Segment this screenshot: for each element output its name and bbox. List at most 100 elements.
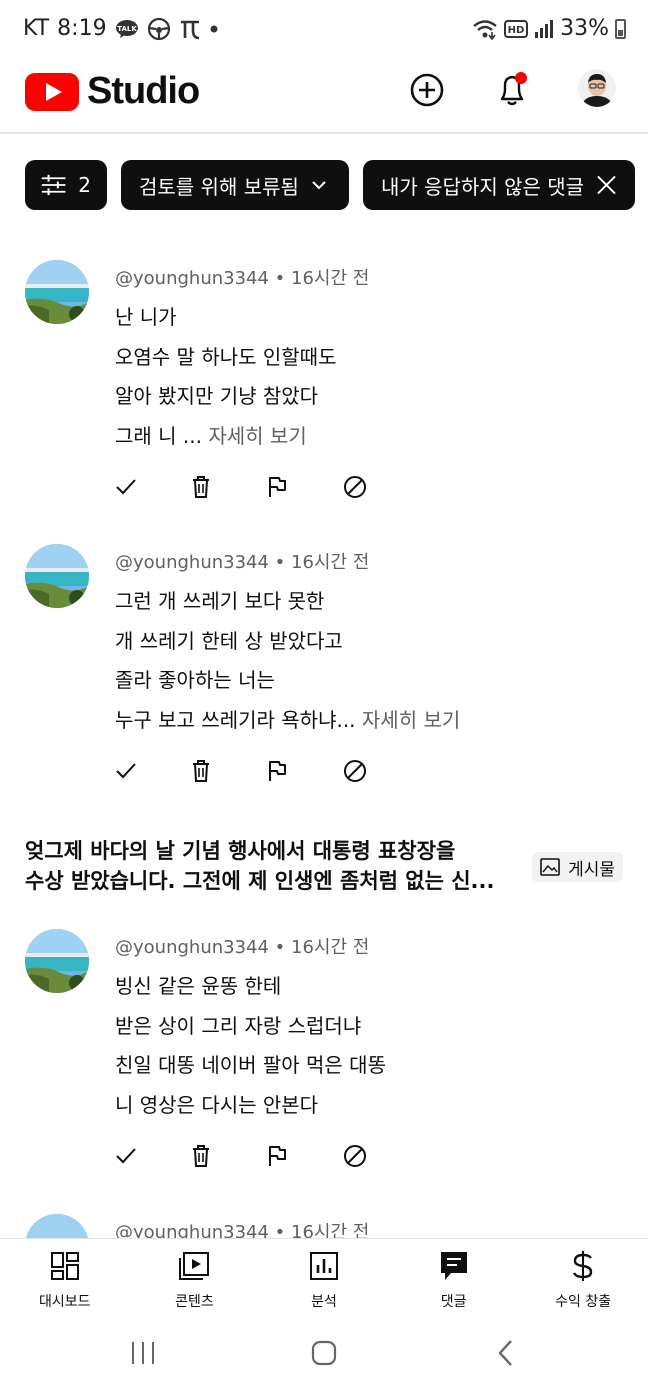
nav-earn[interactable]: 수익 창출 [518,1239,648,1316]
youtube-logo-icon [25,72,79,111]
comment-author[interactable]: @younghun3344 [115,268,269,289]
carrier-label: KT [23,16,50,41]
nav-content[interactable]: 콘텐츠 [130,1239,260,1316]
post-title-line: 수상 받았습니다. 그전에 제 인생엔 좀처럼 없는 신... [25,869,495,893]
unanswered-comments-label: 내가 응답하지 않은 댓글 [381,174,585,199]
nav-label: 대시보드 [39,1294,91,1310]
content-icon [178,1249,210,1283]
post-type-badge: 게시물 [532,852,623,882]
comment-meta: @younghun3344 • 16시간 전 [115,552,370,573]
commenter-avatar[interactable] [25,544,89,608]
flag-icon [269,1146,286,1166]
check-icon [116,1148,136,1164]
filter-sliders-icon [41,174,66,196]
create-button[interactable] [405,68,449,112]
youtube-studio-logo[interactable]: Studio [25,70,200,113]
comment-meta: @younghun3344 • 16시간 전 [115,1218,369,1238]
comment-line-text: 그래 니 ... [115,423,202,448]
signal-icon [534,19,554,39]
beach-avatar-icon [25,544,89,608]
unanswered-comments-chip[interactable]: 내가 응답하지 않은 댓글 [363,160,635,210]
approve-button[interactable] [115,472,191,502]
system-navigation [0,1316,648,1390]
close-icon[interactable] [596,174,617,196]
report-button[interactable] [267,756,343,786]
notifications-button[interactable] [490,68,534,112]
comment-author[interactable]: @younghun3344 [115,1222,269,1238]
comment-line: 그래 니 ... 자세히 보기 [115,417,336,457]
comment-author[interactable]: @younghun3344 [115,937,269,958]
beach-avatar-icon [25,260,89,324]
filter-settings-chip[interactable]: 2 [25,160,107,210]
comment-text: 그런 개 쓰레기 보다 못한 개 쓰레기 한테 상 받았다고 졸라 좋아하는 너… [115,582,460,740]
comment-meta: @younghun3344 • 16시간 전 [115,268,370,289]
hide-user-button[interactable] [343,756,419,786]
nav-comments[interactable]: 댓글 [389,1239,519,1316]
comment-line: 받은 상이 그리 자랑 스럽더냐 [115,1013,362,1038]
home-icon [311,1340,337,1366]
nav-label: 수익 창출 [555,1294,612,1310]
hd-icon: HD [504,19,529,38]
trash-icon [193,476,209,498]
nav-label: 댓글 [440,1294,467,1310]
steering-wheel-icon [147,17,171,41]
nav-analytics[interactable]: 분석 [259,1239,389,1316]
back-button[interactable] [496,1338,516,1368]
home-button[interactable] [311,1338,337,1368]
comment-line: 개 쓰레기 한테 상 받았다고 [115,628,343,653]
hide-user-button[interactable] [343,1141,419,1171]
beach-avatar-icon [25,929,89,993]
delete-button[interactable] [191,1141,267,1171]
recent-apps-button[interactable] [130,1338,156,1368]
approve-button[interactable] [115,756,191,786]
report-button[interactable] [267,1141,343,1171]
nav-label: 분석 [311,1294,337,1310]
comment-item: @younghun3344 • 16시간 전 [0,1212,648,1238]
held-for-review-chip[interactable]: 검토를 위해 보류됨 [121,160,349,210]
chevron-down-icon [312,181,326,190]
flag-icon [269,761,286,781]
comment-line: 그런 개 쓰레기 보다 못한 [115,589,325,613]
hide-user-button[interactable] [343,472,419,502]
read-more-link[interactable]: 자세히 보기 [362,708,460,732]
delete-button[interactable] [191,756,267,786]
post-type-label: 게시물 [568,859,615,880]
comment-time: 16시간 전 [291,937,370,958]
commenter-avatar[interactable] [25,1214,89,1238]
comment-author[interactable]: @younghun3344 [115,552,269,573]
comment-text: 빙신 같은 윤똥 한테 받은 상이 그리 자랑 스럽더냐 친일 대똥 네이버 팔… [115,967,386,1125]
block-icon [344,476,366,498]
commenter-avatar[interactable] [25,260,89,324]
commenter-avatar[interactable] [25,929,89,993]
comment-time: 16시간 전 [291,552,370,573]
post-header[interactable]: 엊그제 바다의 날 기념 행사에서 대통령 표창장을 수상 받았습니다. 그전에… [25,836,625,896]
delete-button[interactable] [191,472,267,502]
recent-apps-icon [132,1342,154,1364]
read-more-link[interactable]: 자세히 보기 [208,424,306,448]
comment-line: 알아 봤지만 기냥 참았다 [115,384,319,408]
dashboard-icon [50,1249,80,1283]
comments-icon [439,1249,469,1283]
comment-line: 난 니가 [115,305,177,329]
account-avatar[interactable] [575,66,619,110]
report-button[interactable] [267,472,343,502]
block-icon [344,1145,366,1167]
approve-button[interactable] [115,1141,191,1171]
comment-line-text: 누구 보고 쓰레기라 욕하냐... [115,707,356,732]
comment-time: 16시간 전 [291,1222,370,1238]
add-circle-icon [410,73,444,107]
comment-line: 졸라 좋아하는 너는 [115,668,275,692]
comment-line: 오염수 말 하나도 인할때도 [115,344,337,369]
comment-line: 빙신 같은 윤똥 한테 [115,974,282,998]
comment-line: 친일 대똥 네이버 팔아 먹은 대똥 [115,1053,386,1077]
comment-actions [115,756,419,786]
trash-icon [193,1145,209,1167]
dot-icon [209,24,219,34]
comment-line: 누구 보고 쓰레기라 욕하냐... 자세히 보기 [115,701,460,741]
app-header: Studio [0,60,648,134]
kakaotalk-icon: TALK [115,19,139,39]
svg-text:TALK: TALK [117,25,137,33]
nav-dashboard[interactable]: 대시보드 [0,1239,130,1316]
tmap-icon [179,18,201,40]
check-icon [116,763,136,779]
